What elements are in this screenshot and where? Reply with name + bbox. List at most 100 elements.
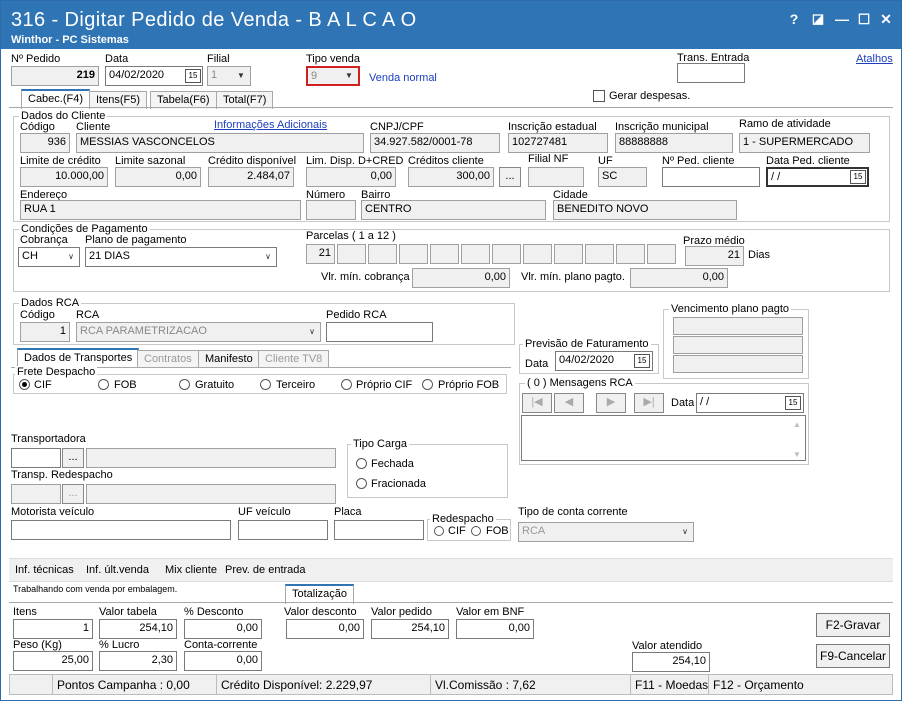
- inf-ult-venda-button[interactable]: Inf. últ.venda: [86, 564, 149, 576]
- informacoes-adicionais-link[interactable]: Informações Adicionais: [214, 119, 327, 131]
- cancelar-button[interactable]: F9-Cancelar: [816, 644, 890, 668]
- frete-proprio-fob-radio[interactable]: [422, 379, 433, 390]
- im-field: 88888888: [615, 133, 733, 153]
- nped-cliente-field[interactable]: [662, 167, 760, 187]
- prev-icon[interactable]: ◀: [554, 393, 584, 413]
- cred-cliente-field: 300,00: [408, 167, 494, 187]
- fracionada-radio[interactable]: [356, 478, 367, 489]
- uf-veiculo-field[interactable]: [238, 520, 328, 540]
- parcela-field[interactable]: [492, 244, 521, 264]
- minimize-button[interactable]: —: [833, 10, 851, 28]
- tab-totalizacao[interactable]: Totalização: [285, 584, 355, 604]
- transportadora-ellipsis-button[interactable]: ...: [62, 448, 84, 468]
- cnpj-label: CNPJ/CPF: [370, 121, 424, 133]
- transportadora-name-field: [86, 448, 336, 468]
- plano-select[interactable]: 21 DIAS: [85, 247, 277, 267]
- redespacho-cif-radio[interactable]: [434, 526, 444, 536]
- frete-gratuito-radio[interactable]: [179, 379, 190, 390]
- frete-proprio-cif-label: Próprio CIF: [356, 379, 413, 391]
- scroll-down-icon[interactable]: ▼: [793, 450, 801, 459]
- redespacho-fob-radio[interactable]: [471, 526, 481, 536]
- fechada-radio[interactable]: [356, 458, 367, 469]
- rca-label: RCA: [76, 309, 100, 321]
- parcela-field[interactable]: [461, 244, 490, 264]
- tipo-cc-select[interactable]: RCA: [518, 522, 694, 542]
- cnpj-field: 34.927.582/0001-78: [370, 133, 500, 153]
- pct-desc-field: 0,00: [184, 619, 262, 639]
- first-icon[interactable]: |◀: [522, 393, 552, 413]
- parcela-field[interactable]: [585, 244, 614, 264]
- frete-terceiro-radio[interactable]: [260, 379, 271, 390]
- calendar-icon[interactable]: 15: [785, 396, 801, 410]
- valor-tabela-field: 254,10: [99, 619, 177, 639]
- filial-nf-label: Filial NF: [528, 153, 569, 165]
- gravar-button[interactable]: F2-Gravar: [816, 613, 890, 637]
- motorista-field[interactable]: [11, 520, 231, 540]
- tab-contratos[interactable]: Contratos: [137, 350, 199, 368]
- calendar-icon[interactable]: 15: [850, 170, 866, 184]
- frete-cif-label: CIF: [34, 379, 52, 391]
- prev-entrada-button[interactable]: Prev. de entrada: [225, 564, 306, 576]
- calendar-icon[interactable]: 15: [634, 354, 650, 368]
- rca-codigo-label: Código: [20, 309, 55, 321]
- restore-icon[interactable]: ◪: [809, 10, 827, 28]
- vencimento-field-3: [673, 355, 803, 373]
- calendar-icon[interactable]: 15: [185, 69, 201, 83]
- parcela-field[interactable]: [554, 244, 583, 264]
- parcela-field[interactable]: [430, 244, 459, 264]
- parcela-field[interactable]: [523, 244, 552, 264]
- ie-field: 102727481: [508, 133, 608, 153]
- transp-redespacho-ellipsis-button[interactable]: ...: [62, 484, 84, 504]
- frete-cif-radio[interactable]: [19, 379, 30, 390]
- tab-cliente-tv8[interactable]: Cliente TV8: [258, 350, 330, 368]
- frete-proprio-fob-label: Próprio FOB: [438, 379, 500, 391]
- ramo-label: Ramo de atividade: [739, 118, 831, 130]
- cobranca-label: Cobrança: [20, 234, 68, 246]
- filial-nf-field[interactable]: [528, 167, 584, 187]
- help-button[interactable]: ?: [785, 10, 803, 28]
- placa-field[interactable]: [334, 520, 424, 540]
- endereco-field: RUA 1: [20, 200, 301, 220]
- transportadora-code-field[interactable]: [11, 448, 61, 468]
- parcela-field[interactable]: [399, 244, 428, 264]
- tab-cabec[interactable]: Cabec.(F4): [21, 89, 91, 109]
- inf-tecnicas-button[interactable]: Inf. técnicas: [15, 564, 74, 576]
- transp-redespacho-code-field[interactable]: [11, 484, 61, 504]
- tab-manifesto[interactable]: Manifesto: [198, 350, 260, 368]
- status-f11-moedas[interactable]: F11 - Moedas: [630, 675, 708, 694]
- scroll-up-icon[interactable]: ▲: [793, 420, 801, 429]
- frete-fob-radio[interactable]: [98, 379, 109, 390]
- creditos-ellipsis-button[interactable]: ...: [499, 167, 521, 187]
- parcela-field[interactable]: [647, 244, 676, 264]
- fechada-label: Fechada: [371, 458, 414, 470]
- gerar-despesas-checkbox[interactable]: [593, 90, 605, 102]
- frete-gratuito-label: Gratuito: [195, 379, 235, 391]
- mix-cliente-button[interactable]: Mix cliente: [165, 564, 217, 576]
- parcela-field[interactable]: [368, 244, 397, 264]
- itens-label: Itens: [13, 606, 37, 618]
- frete-fob-label: FOB: [114, 379, 137, 391]
- parcela-field[interactable]: [337, 244, 366, 264]
- cliente-field: MESSIAS VASCONCELOS: [76, 133, 364, 153]
- maximize-button[interactable]: ☐: [855, 10, 873, 28]
- pedido-rca-field[interactable]: [326, 322, 433, 342]
- parcela-field[interactable]: [616, 244, 645, 264]
- atalhos-link[interactable]: Atalhos: [856, 53, 893, 65]
- mensagens-textarea[interactable]: [521, 415, 806, 461]
- next-icon[interactable]: ▶: [596, 393, 626, 413]
- trans-entrada-field[interactable]: [677, 63, 745, 83]
- status-bar: Pontos Campanha : 0,00 Crédito Disponíve…: [9, 674, 893, 695]
- main-window: 316 - Digitar Pedido de Venda - B A L C …: [0, 0, 902, 701]
- pct-lucro-label: % Lucro: [99, 639, 140, 651]
- last-icon[interactable]: ▶|: [634, 393, 664, 413]
- status-f12-orcamento[interactable]: F12 - Orçamento: [708, 675, 888, 694]
- status-comissao: Vl.Comissão : 7,62: [430, 675, 630, 694]
- parcela-field[interactable]: 21: [306, 244, 335, 264]
- close-button[interactable]: ✕: [877, 10, 895, 28]
- prazo-field: 21: [685, 246, 744, 266]
- rca-select[interactable]: RCA PARAMETRIZACAO: [76, 322, 321, 342]
- tab-dados-transportes[interactable]: Dados de Transportes: [17, 348, 140, 368]
- info-line: Trabalhando com venda por embalagem.: [13, 584, 178, 594]
- frete-proprio-cif-radio[interactable]: [341, 379, 352, 390]
- lim-disp-field: 0,00: [306, 167, 396, 187]
